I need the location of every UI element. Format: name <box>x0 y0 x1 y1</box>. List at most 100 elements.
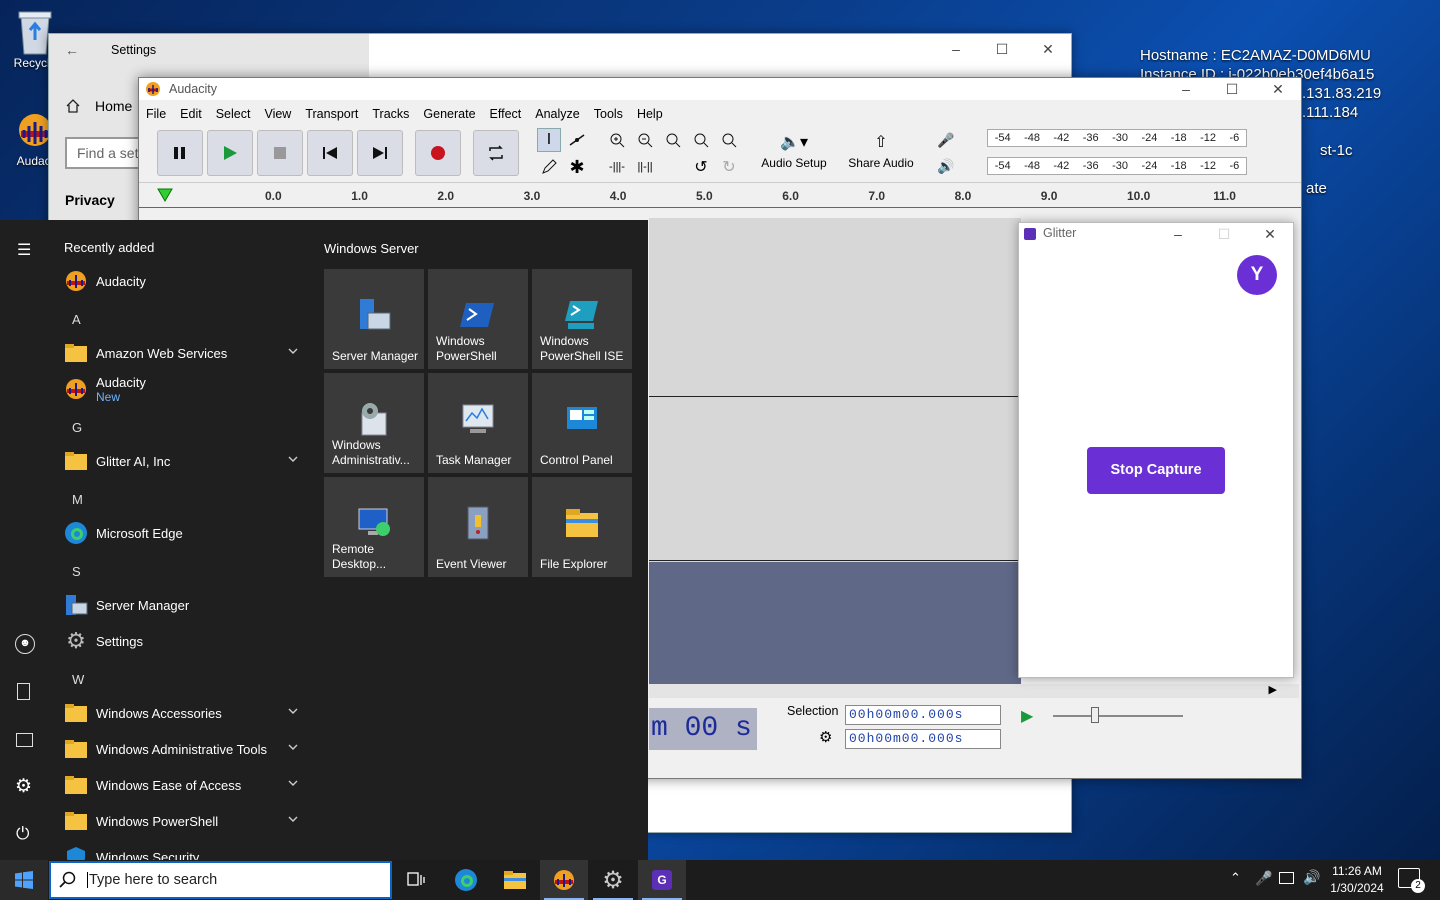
app-list-item-amazon-web-services[interactable]: Amazon Web Services <box>64 336 304 370</box>
minimize-icon[interactable]: – <box>1155 223 1201 245</box>
glitter-taskbar-button[interactable]: G <box>638 860 686 900</box>
trim-button[interactable]: -|||- <box>605 155 629 179</box>
tile-file-explorer[interactable]: File Explorer <box>532 477 632 577</box>
start-menu[interactable]: ☰ ☻ ⚙ ⏻ Recently added Audacity A Amazon W… <box>0 220 648 868</box>
tile-task-manager[interactable]: Task Manager <box>428 373 528 473</box>
app-list-item-windows-administrative-tools[interactable]: Windows Administrative Tools <box>64 732 304 766</box>
audacity-taskbar-button[interactable] <box>540 860 588 900</box>
timeline-ruler[interactable]: 0.0 1.0 2.0 3.0 4.0 5.0 6.0 7.0 8.0 9.0 10.0 11.0 <box>139 182 1301 208</box>
redo-button[interactable]: ↻ <box>717 155 741 179</box>
slider-thumb[interactable] <box>1091 707 1099 723</box>
chevron-down-icon[interactable] <box>288 347 298 355</box>
tile-windows-administrativ[interactable]: Windows Administrativ... <box>324 373 424 473</box>
taskbar-search-box[interactable]: Type here to search <box>49 861 392 899</box>
tile-server-manager[interactable]: Server Manager <box>324 269 424 369</box>
power-icon[interactable]: ⏻ <box>16 824 29 844</box>
horizontal-scrollbar[interactable]: ▶ <box>649 684 1299 698</box>
show-hidden-icons-chevron-icon[interactable]: ⌃ <box>1230 870 1241 886</box>
tile-windows-powershell-ise[interactable]: Windows PowerShell ISE <box>532 269 632 369</box>
start-button[interactable] <box>0 860 48 900</box>
file-explorer-taskbar-button[interactable] <box>491 860 539 900</box>
playback-meter[interactable]: -54 -48 -42 -36 -30 -24 -18 -12 -6 <box>987 157 1247 175</box>
minimize-icon[interactable]: – <box>933 34 979 64</box>
app-list-item-audacity[interactable]: Audacity New <box>64 368 304 410</box>
app-list-letter-header[interactable]: W <box>72 672 84 687</box>
app-list-item-microsoft-edge[interactable]: Microsoft Edge <box>64 516 304 550</box>
tile-event-viewer[interactable]: Event Viewer <box>428 477 528 577</box>
menu-tools[interactable]: Tools <box>587 104 630 124</box>
multi-tool[interactable]: ✱ <box>565 155 589 179</box>
app-list-letter-header[interactable]: A <box>72 312 81 327</box>
zoom-out-button[interactable] <box>633 128 657 152</box>
volume-icon[interactable]: 🔊 <box>1303 869 1320 886</box>
playhead-marker-icon[interactable] <box>157 188 173 202</box>
menu-tracks[interactable]: Tracks <box>365 104 416 124</box>
fit-project-button[interactable] <box>689 128 713 152</box>
play-speed-slider[interactable] <box>1049 702 1187 730</box>
skip-end-button[interactable] <box>357 130 403 176</box>
play-at-speed-button[interactable]: ▶ <box>1021 706 1033 726</box>
task-view-button[interactable] <box>392 860 440 900</box>
menu-generate[interactable]: Generate <box>416 104 482 124</box>
loop-button[interactable] <box>473 130 519 176</box>
tile-control-panel[interactable]: Control Panel <box>532 373 632 473</box>
clock[interactable]: 11:26 AM 1/30/2024 <box>1326 863 1388 897</box>
user-icon[interactable]: ☻ <box>15 634 35 654</box>
tile-windows-powershell[interactable]: Windows PowerShell <box>428 269 528 369</box>
maximize-icon[interactable]: ☐ <box>979 34 1025 64</box>
app-list-letter-header[interactable]: M <box>72 492 83 507</box>
undo-button[interactable]: ↺ <box>689 155 713 179</box>
zoom-in-button[interactable] <box>605 128 629 152</box>
selection-end-field[interactable]: 00h00m00.000s <box>845 729 1001 749</box>
chevron-down-icon[interactable] <box>288 779 298 787</box>
menu-analyze[interactable]: Analyze <box>528 104 586 124</box>
record-meter[interactable]: -54 -48 -42 -36 -30 -24 -18 -12 -6 <box>987 129 1247 147</box>
scroll-right-icon[interactable]: ▶ <box>1269 683 1277 696</box>
time-display[interactable]: m 00 s <box>649 708 757 750</box>
chevron-down-icon[interactable] <box>288 743 298 751</box>
envelope-tool[interactable] <box>565 128 589 152</box>
app-list-item-glitter-ai-inc[interactable]: Glitter AI, Inc <box>64 444 304 478</box>
app-list-item-audacity[interactable]: Audacity <box>64 264 304 298</box>
close-icon[interactable]: ✕ <box>1255 78 1301 100</box>
app-list-item-windows-powershell[interactable]: Windows PowerShell <box>64 804 304 838</box>
menu-select[interactable]: Select <box>209 104 258 124</box>
app-list-item-windows-accessories[interactable]: Windows Accessories <box>64 696 304 730</box>
chevron-down-icon[interactable] <box>288 707 298 715</box>
share-audio-button[interactable]: ⇧ Share Audio <box>843 132 919 176</box>
draw-tool[interactable] <box>537 155 561 179</box>
hamburger-icon[interactable]: ☰ <box>17 240 31 260</box>
close-icon[interactable]: ✕ <box>1025 34 1071 64</box>
fit-selection-button[interactable] <box>661 128 685 152</box>
avatar[interactable]: Y <box>1237 255 1277 295</box>
menu-transport[interactable]: Transport <box>298 104 365 124</box>
edge-taskbar-button[interactable] <box>442 860 490 900</box>
notification-center-button[interactable]: 2 <box>1398 868 1425 893</box>
settings-gear-icon[interactable]: ⚙ <box>15 775 32 798</box>
playback-meter-icon[interactable]: 🔊 <box>937 158 954 175</box>
app-list-item-server-manager[interactable]: Server Manager <box>64 588 304 622</box>
audio-setup-button[interactable]: 🔈▾ Audio Setup <box>753 132 835 176</box>
zoom-toggle-button[interactable] <box>717 128 741 152</box>
gear-icon[interactable]: ⚙ <box>819 728 832 746</box>
skip-start-button[interactable] <box>307 130 353 176</box>
settings-home[interactable]: Home <box>65 98 132 114</box>
menu-help[interactable]: Help <box>630 104 670 124</box>
mic-icon[interactable]: 🎤 <box>937 132 954 149</box>
chevron-down-icon[interactable] <box>288 815 298 823</box>
tile-remote-desktop[interactable]: Remote Desktop... <box>324 477 424 577</box>
selection-start-field[interactable]: 00h00m00.000s <box>845 705 1001 725</box>
play-button[interactable] <box>207 130 253 176</box>
glitter-window[interactable]: Glitter – ☐ ✕ Y Stop Capture <box>1018 222 1294 678</box>
menu-effect[interactable]: Effect <box>483 104 529 124</box>
selection-tool[interactable]: I <box>537 128 561 152</box>
network-icon[interactable] <box>1279 872 1294 884</box>
menu-view[interactable]: View <box>257 104 298 124</box>
maximize-icon[interactable]: ☐ <box>1209 78 1255 100</box>
app-list-item-windows-ease-of-access[interactable]: Windows Ease of Access <box>64 768 304 802</box>
silence-button[interactable]: ||-|| <box>633 155 657 179</box>
pictures-icon[interactable] <box>16 733 33 747</box>
chevron-down-icon[interactable] <box>288 455 298 463</box>
app-list-letter-header[interactable]: S <box>72 564 81 579</box>
microphone-icon[interactable]: 🎤 <box>1255 870 1272 887</box>
